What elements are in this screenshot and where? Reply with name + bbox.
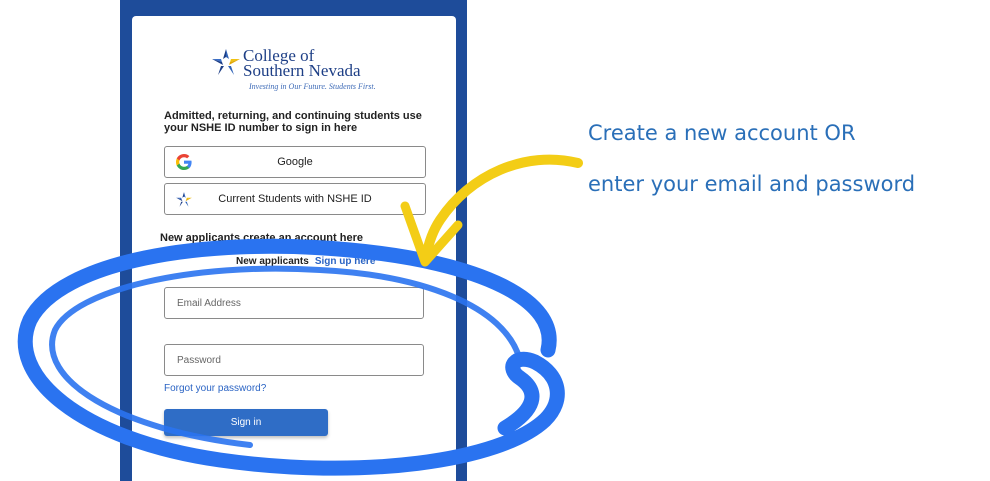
logo-line-2: Southern Nevada — [243, 61, 361, 80]
password-field[interactable] — [164, 344, 424, 376]
csn-logo: College of Southern Nevada Investing in … — [210, 43, 385, 93]
new-applicants-line: New applicants Sign up here — [236, 256, 375, 267]
google-signin-button[interactable]: Google — [164, 146, 426, 178]
new-applicants-heading: New applicants create an account here — [160, 232, 363, 244]
logo-tagline: Investing in Our Future. Students First. — [249, 82, 376, 91]
new-applicants-prompt: New applicants — [236, 256, 309, 267]
google-signin-label: Google — [277, 156, 313, 168]
signin-button[interactable]: Sign in — [164, 409, 328, 436]
intro-text: Admitted, returning, and continuing stud… — [164, 110, 422, 134]
csn-star-icon — [212, 49, 240, 75]
email-field[interactable] — [164, 287, 424, 319]
signup-link[interactable]: Sign up here — [315, 256, 376, 267]
nshe-signin-label: Current Students with NSHE ID — [218, 193, 372, 205]
callout-line-1: Create a new account OR — [588, 121, 856, 145]
nshe-signin-button[interactable]: Current Students with NSHE ID — [164, 183, 426, 215]
forgot-password-link[interactable]: Forgot your password? — [164, 383, 266, 394]
callout-line-2: enter your email and password — [588, 172, 916, 196]
